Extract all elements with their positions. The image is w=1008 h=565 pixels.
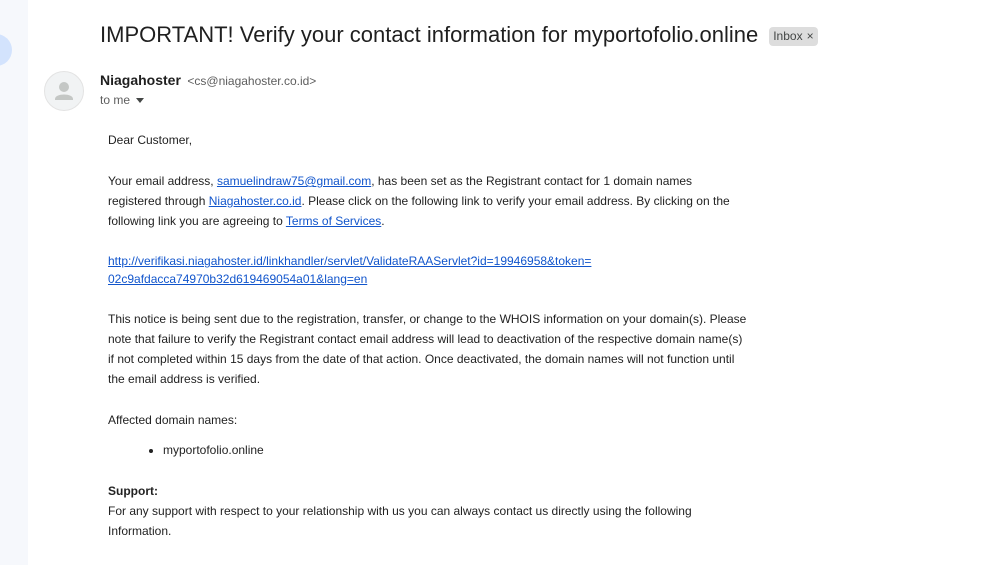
avatar[interactable]: [44, 71, 84, 111]
label-text: Inbox: [773, 29, 803, 43]
sender-email: <cs@niagahoster.co.id>: [187, 74, 317, 88]
email-body: Dear Customer, Your email address, samue…: [108, 130, 748, 541]
support-text: For any support with respect to your rel…: [108, 504, 692, 538]
sender-name[interactable]: Niagahoster: [100, 72, 181, 88]
remove-label-icon[interactable]: ×: [807, 29, 814, 43]
paragraph-verify-intro: Your email address, samuelindraw75@gmail…: [108, 171, 748, 231]
sender-row: Niagahoster <cs@niagahoster.co.id>: [100, 72, 316, 90]
list-item: myportofolio.online: [163, 440, 748, 460]
support-title: Support:: [108, 484, 158, 498]
affected-title: Affected domain names:: [108, 413, 238, 427]
verification-link-line1: http://verifikasi.niagahoster.id/linkhan…: [108, 254, 592, 268]
chevron-down-icon[interactable]: [136, 98, 145, 103]
email-view: IMPORTANT! Verify your contact informati…: [0, 0, 1008, 565]
recipient-details-toggle[interactable]: to me: [100, 93, 145, 107]
verification-link[interactable]: http://verifikasi.niagahoster.id/linkhan…: [108, 252, 748, 288]
text-segment: .: [381, 214, 385, 228]
email-subject: IMPORTANT! Verify your contact informati…: [100, 22, 759, 47]
left-rail: [0, 0, 28, 565]
subject-row: IMPORTANT! Verify your contact informati…: [100, 22, 818, 48]
terms-of-services-link[interactable]: Terms of Services: [286, 214, 381, 228]
paragraph-notice: This notice is being sent due to the reg…: [108, 312, 747, 386]
text-segment: Your email address,: [108, 174, 217, 188]
to-text: to me: [100, 93, 131, 107]
registrant-email-link[interactable]: samuelindraw75@gmail.com: [217, 174, 371, 188]
greeting: Dear Customer,: [108, 133, 193, 147]
verification-link-block: http://verifikasi.niagahoster.id/linkhan…: [108, 252, 748, 288]
verification-link-line2: 02c9afdacca74970b32d619469054a01&lang=en: [108, 272, 368, 286]
person-icon: [55, 82, 73, 100]
niagahoster-link[interactable]: Niagahoster.co.id: [209, 194, 302, 208]
inbox-label-chip[interactable]: Inbox ×: [769, 26, 818, 46]
rail-indicator[interactable]: [0, 34, 12, 66]
affected-domain-list: myportofolio.online: [108, 430, 748, 460]
